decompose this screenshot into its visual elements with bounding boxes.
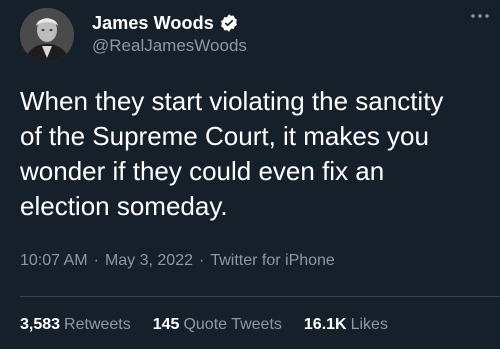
tweet-text: When they start violating the sanctity o… <box>20 86 444 221</box>
author-handle[interactable]: @RealJamesWoods <box>92 36 247 56</box>
retweets-label: Retweets <box>64 316 131 333</box>
likes-count: 16.1K <box>303 316 347 333</box>
quote-tweets-label: Quote Tweets <box>183 316 282 333</box>
more-dots-icon[interactable] <box>466 2 494 30</box>
avatar-photo <box>20 8 74 62</box>
likes-label: Likes <box>350 316 388 333</box>
quote-tweets-stat[interactable]: 145 Quote Tweets <box>153 316 282 334</box>
tweet-time[interactable]: 10:07 AM <box>20 252 88 270</box>
tweet-meta: 10:07 AM · May 3, 2022 · Twitter for iPh… <box>20 252 335 270</box>
retweets-stat[interactable]: 3,583 Retweets <box>20 316 131 334</box>
quote-tweets-count: 145 <box>152 316 180 333</box>
tweet-stats: 3,583 Retweets 145 Quote Tweets 16.1K Likes <box>20 316 410 334</box>
tweet-date[interactable]: May 3, 2022 <box>105 252 193 270</box>
author-name-row[interactable]: James Woods <box>92 12 239 34</box>
tweet-source[interactable]: Twitter for iPhone <box>210 252 335 270</box>
retweets-count: 3,583 <box>20 316 61 333</box>
meta-separator: · <box>93 252 99 269</box>
tweet-card: James Woods @RealJamesWoods When they st… <box>0 0 500 349</box>
verified-badge-icon <box>219 13 239 33</box>
author-display-name[interactable]: James Woods <box>92 13 214 34</box>
likes-stat[interactable]: 16.1K Likes <box>304 316 388 334</box>
divider <box>20 296 500 297</box>
avatar[interactable] <box>20 8 74 62</box>
meta-separator: · <box>199 252 205 269</box>
